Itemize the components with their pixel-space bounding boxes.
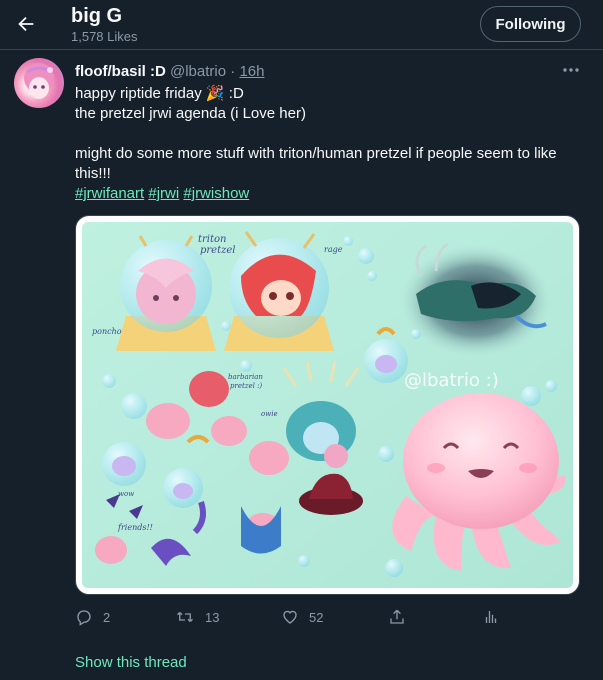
hashtag-jrwishow[interactable]: #jrwishow bbox=[183, 185, 249, 202]
reply-icon bbox=[77, 610, 91, 626]
label-barbarian-pretzel: pretzel :) bbox=[230, 382, 262, 390]
back-button[interactable] bbox=[8, 6, 44, 42]
heart-icon bbox=[283, 610, 297, 624]
label-owie: owie bbox=[261, 410, 278, 418]
author-handle[interactable]: @lbatrio bbox=[170, 63, 226, 80]
show-thread-link[interactable]: Show this thread bbox=[75, 654, 187, 671]
retweet-button[interactable]: 13 bbox=[175, 606, 219, 628]
label-poncho: poncho bbox=[92, 327, 122, 336]
party-emoji: 🎉 bbox=[205, 85, 225, 102]
label-triton: triton bbox=[198, 234, 226, 245]
tweet-actions: 2 13 52 bbox=[75, 606, 515, 630]
like-count: 52 bbox=[309, 609, 324, 625]
top-bar: big G 1,578 Likes Following bbox=[0, 0, 603, 50]
more-button[interactable] bbox=[560, 60, 582, 80]
retweet-count: 13 bbox=[205, 609, 220, 625]
arrow-left-icon bbox=[18, 16, 34, 32]
tweet-text: happy riptide friday 🎉 :D the pretzel jr… bbox=[75, 84, 580, 204]
tweet-line-2: the pretzel jrwi agenda (i Love her) bbox=[75, 105, 306, 122]
author-name[interactable]: floof/basil :D bbox=[75, 63, 166, 80]
avatar-art bbox=[24, 63, 54, 99]
more-horizontal-icon bbox=[563, 68, 579, 72]
separator-dot: · bbox=[230, 63, 236, 80]
watermark: @lbatrio :) bbox=[404, 370, 499, 391]
retweet-icon bbox=[177, 612, 193, 622]
label-friends: friends!! bbox=[117, 523, 153, 532]
likes-count: 1,578 Likes bbox=[71, 29, 138, 44]
following-button[interactable]: Following bbox=[480, 6, 581, 42]
label-rage: rage bbox=[324, 245, 343, 254]
label-wow: wow bbox=[118, 490, 134, 498]
analytics-icon bbox=[485, 611, 497, 623]
avatar[interactable] bbox=[14, 58, 64, 108]
tweet-line-1: happy riptide friday 🎉 :D bbox=[75, 85, 244, 102]
tweet-image[interactable]: triton pretzel rage poncho barbarian pre… bbox=[75, 215, 580, 595]
hashtag-row: #jrwifanart #jrwi #jrwishow bbox=[75, 184, 580, 204]
sleeping-character bbox=[398, 242, 554, 359]
label-pretzel: pretzel bbox=[200, 245, 236, 256]
label-barbarian: barbarian bbox=[228, 373, 263, 381]
tweet-time[interactable]: 16h bbox=[239, 63, 264, 80]
share-button[interactable] bbox=[388, 606, 406, 628]
fanart-illustration: triton pretzel rage poncho barbarian pre… bbox=[82, 222, 573, 588]
analytics-button[interactable] bbox=[482, 606, 500, 628]
share-icon bbox=[390, 609, 404, 624]
page-title: big G bbox=[71, 5, 123, 27]
tweet-line-3: might do some more stuff with triton/hum… bbox=[75, 145, 557, 182]
reply-button[interactable]: 2 bbox=[75, 606, 110, 628]
tweet-header: floof/basil :D @lbatrio · 16h bbox=[75, 63, 264, 80]
hashtag-jrwifanart[interactable]: #jrwifanart bbox=[75, 185, 144, 202]
like-button[interactable]: 52 bbox=[281, 606, 323, 628]
hashtag-jrwi[interactable]: #jrwi bbox=[148, 185, 179, 202]
reply-count: 2 bbox=[103, 609, 111, 625]
